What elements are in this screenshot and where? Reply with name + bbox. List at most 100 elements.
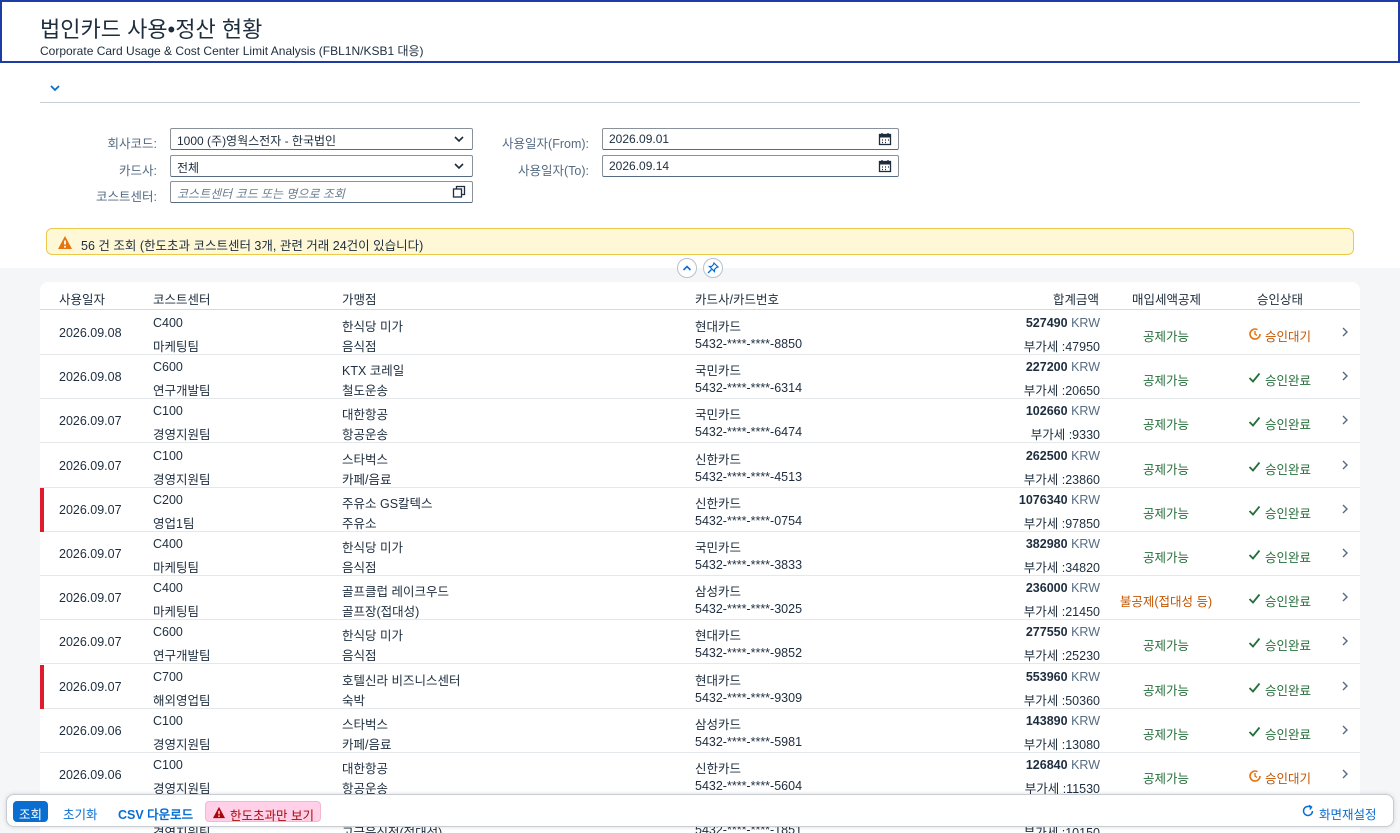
cell-card-company: 신한카드 xyxy=(695,496,742,511)
cell-date: 2026.09.06 xyxy=(59,768,122,782)
col-card[interactable]: 카드사/카드번호 xyxy=(695,289,779,308)
cell-card-company: 삼성카드 xyxy=(695,717,742,732)
table-row[interactable]: 2026.09.07 C200 영업1팀 주유소 GS칼텍스 주유소 신한카드 5432-*… xyxy=(40,487,1360,532)
chevron-right-icon[interactable] xyxy=(1340,326,1350,341)
table-header: 사용일자 코스트센터 가맹점 카드사/카드번호 합계금액 매입세액공제 승인상태 xyxy=(40,282,1360,310)
chevron-down-icon[interactable] xyxy=(48,81,64,97)
cell-tax-deduction: 불공제(접대성 등) xyxy=(1119,595,1213,610)
cell-amount: 102660 KRW xyxy=(1026,404,1100,418)
cell-vat: 부가세 :9330 xyxy=(1030,428,1100,443)
to-date-input[interactable]: 2026.09.14 xyxy=(602,155,899,177)
amount-value: 382980 xyxy=(1025,537,1068,551)
cell-costcenter-code: C100 xyxy=(153,758,183,772)
amount-currency: KRW xyxy=(1071,316,1100,330)
chevron-right-icon[interactable] xyxy=(1340,503,1350,518)
checkmark-icon xyxy=(1248,461,1261,472)
amount-value: 143890 xyxy=(1025,713,1068,728)
cell-costcenter-team: 해외영업팀 xyxy=(153,693,211,708)
cell-merchant-category: 음식점 xyxy=(342,649,377,664)
from-label: 사용일자(From): xyxy=(502,137,589,151)
cell-costcenter-code: C100 xyxy=(153,448,183,463)
amount-currency: KRW xyxy=(1071,492,1100,507)
chevron-right-icon[interactable] xyxy=(1340,768,1350,783)
warning-icon xyxy=(212,806,226,819)
cell-costcenter-team: 마케팅팀 xyxy=(153,605,200,620)
table-row[interactable]: 2026.09.06 C100 경영지원팀 대한항공 항공운송 신한카드 5432-****… xyxy=(40,753,1360,797)
footer-toolbar: 조회 초기화 CSV 다운로드 한도초과만 보기 화면재설정 xyxy=(6,794,1394,827)
table-row[interactable]: 2026.09.07 C600 연구개발팀 한식당 미가 음식점 현대카드 5432-***… xyxy=(40,620,1360,665)
chevron-right-icon[interactable] xyxy=(1340,724,1350,739)
cell-card-number: 5432-****-****-9309 xyxy=(695,690,803,705)
costcenter-input[interactable]: 코스트센터 코드 또는 명으로 조회 xyxy=(170,181,473,203)
table-row[interactable]: 2026.09.07 C400 마케팅팀 골프클럽 레이크우드 골프장(접대성) 삼성카드… xyxy=(40,576,1360,621)
chevron-right-icon[interactable] xyxy=(1340,591,1350,606)
amount-currency: KRW xyxy=(1071,669,1100,684)
cell-merchant-category: 숙박 xyxy=(342,693,366,708)
cell-costcenter-code: C700 xyxy=(153,669,183,684)
page-title: 법인카드 사용•정산 현황 xyxy=(40,17,263,42)
table-row[interactable]: 2026.09.07 C400 마케팅팀 한식당 미가 음식점 국민카드 5432-****… xyxy=(40,532,1360,576)
cell-tax-deduction: 공제가능 xyxy=(1142,506,1189,521)
table-row[interactable]: 2026.09.07 C100 경영지원팀 대한항공 항공운송 국민카드 5432-****… xyxy=(40,399,1360,444)
cell-vat: 부가세 :21450 xyxy=(1023,605,1100,620)
status-text: 승인완료 xyxy=(1265,551,1312,565)
cell-merchant: 대한항공 xyxy=(342,762,389,776)
chevron-right-icon[interactable] xyxy=(1340,635,1350,650)
cell-card-number: 5432-****-****-3025 xyxy=(695,602,803,617)
company-select[interactable]: 1000 (주)영웍스전자 - 한국법인 xyxy=(170,128,473,150)
cell-tax-deduction: 공제가능 xyxy=(1142,639,1189,654)
col-costcenter[interactable]: 코스트센터 xyxy=(153,289,211,308)
reset-layout-button[interactable]: 화면재설정 xyxy=(1297,801,1383,822)
chevron-right-icon[interactable] xyxy=(1340,370,1350,385)
cell-merchant: 대한항공 xyxy=(342,408,389,423)
cell-vat: 부가세 :47950 xyxy=(1023,340,1100,354)
calendar-icon[interactable] xyxy=(878,159,892,173)
reset-layout-label: 화면재설정 xyxy=(1319,808,1377,822)
value-help-icon[interactable] xyxy=(452,185,466,199)
pin-header-button[interactable] xyxy=(703,258,723,278)
col-amount[interactable]: 합계금액 xyxy=(1053,289,1099,308)
transactions-table: 사용일자 코스트센터 가맹점 카드사/카드번호 합계금액 매입세액공제 승인상태… xyxy=(40,282,1360,833)
amount-value: 1076340 xyxy=(1018,492,1068,507)
cell-date: 2026.09.07 xyxy=(59,591,122,606)
col-status[interactable]: 승인상태 xyxy=(1257,289,1303,308)
calendar-icon[interactable] xyxy=(878,132,892,146)
cell-card-company: 현대카드 xyxy=(695,629,742,644)
cell-card-company: 신한카드 xyxy=(695,452,742,467)
page-header: 법인카드 사용•정산 현황 Corporate Card Usage & Cos… xyxy=(0,0,1400,63)
cell-card-number: 5432-****-****-9852 xyxy=(695,646,803,661)
divider xyxy=(40,102,1360,103)
chevron-right-icon[interactable] xyxy=(1340,459,1350,474)
chevron-right-icon[interactable] xyxy=(1340,547,1350,562)
table-row[interactable]: 2026.09.07 C100 경영지원팀 스타벅스 카페/음료 신한카드 5432-***… xyxy=(40,444,1360,488)
col-date[interactable]: 사용일자 xyxy=(59,289,105,308)
cell-tax-deduction: 공제가능 xyxy=(1142,330,1189,344)
table-row[interactable]: 2026.09.07 C700 해외영업팀 호텔신라 비즈니스센터 숙박 현대카드 5432… xyxy=(40,664,1360,709)
chevron-right-icon[interactable] xyxy=(1340,414,1350,429)
chevron-down-icon xyxy=(454,163,464,170)
col-merchant[interactable]: 가맹점 xyxy=(342,289,377,308)
cell-costcenter-code: C400 xyxy=(153,581,183,596)
table-row[interactable]: 2026.09.06 C100 경영지원팀 스타벅스 카페/음료 삼성카드 5432-***… xyxy=(40,709,1360,753)
cell-date: 2026.09.07 xyxy=(59,547,122,561)
cell-card-number: 5432-****-****-6474 xyxy=(695,425,803,440)
cell-costcenter-code: C100 xyxy=(153,713,183,728)
chevron-right-icon[interactable] xyxy=(1340,680,1350,695)
status-text: 승인완료 xyxy=(1265,639,1312,654)
cell-merchant-category: 골프장(접대성) xyxy=(342,605,420,620)
from-date-input[interactable]: 2026.09.01 xyxy=(602,128,899,150)
table-row[interactable]: 2026.09.08 C400 마케팅팀 한식당 미가 음식점 현대카드 5432-****… xyxy=(40,311,1360,355)
card-select[interactable]: 전체 xyxy=(170,155,473,177)
reset-button[interactable]: 초기화 xyxy=(57,801,104,822)
search-button[interactable]: 조회 xyxy=(13,801,49,822)
cell-merchant-category: 주유소 xyxy=(342,516,377,531)
warning-icon xyxy=(58,236,72,249)
cell-merchant: 스타벅스 xyxy=(342,452,389,467)
over-limit-only-button[interactable]: 한도초과만 보기 xyxy=(205,801,321,823)
cell-costcenter-code: C400 xyxy=(153,316,183,330)
csv-download-button[interactable]: CSV 다운로드 xyxy=(112,801,199,822)
cell-merchant-category: 음식점 xyxy=(342,561,377,575)
collapse-header-button[interactable] xyxy=(677,258,697,278)
col-tax[interactable]: 매입세액공제 xyxy=(1132,289,1201,308)
table-row[interactable]: 2026.09.08 C600 연구개발팀 KTX 코레일 철도운송 국민카드 5432-*… xyxy=(40,355,1360,400)
